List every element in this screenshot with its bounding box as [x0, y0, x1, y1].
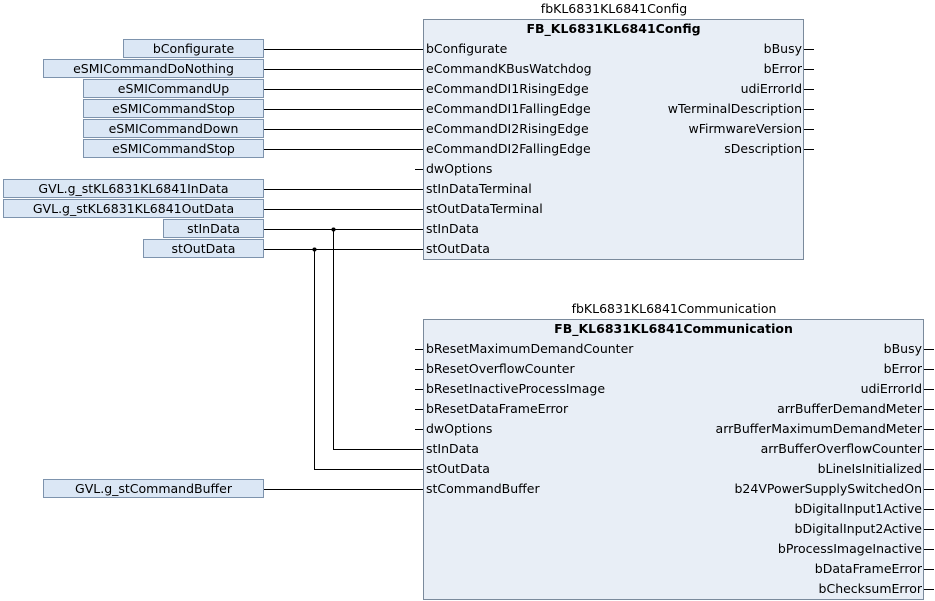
- fb2-output-pin[interactable]: bDigitalInput1Active: [600, 499, 922, 519]
- fb1-input-pin[interactable]: dwOptions: [426, 159, 592, 179]
- fb2-output-pin[interactable]: bError: [600, 359, 922, 379]
- fb2-output-pin[interactable]: udiErrorId: [600, 379, 922, 399]
- fb1-outputs: bBusy bError udiErrorId wTerminalDescriptio…: [560, 39, 802, 159]
- fb1-output-pin[interactable]: bError: [560, 59, 802, 79]
- fb1-type-name: FB_KL6831KL6841Config: [526, 21, 701, 36]
- input-variable-box[interactable]: GVL.g_stCommandBuffer: [43, 479, 264, 498]
- fb2-instance-name: fbKL6831KL6841Communication: [571, 301, 777, 316]
- fb2-output-pin[interactable]: arrBufferOverflowCounter: [600, 439, 922, 459]
- fb1-output-pin[interactable]: wFirmwareVersion: [560, 119, 802, 139]
- input-variable-box[interactable]: eSMICommandDown: [83, 119, 264, 138]
- junction-dot: [312, 247, 317, 252]
- junction-dot: [331, 227, 336, 232]
- fb2-output-pin[interactable]: bLineIsInitialized: [600, 459, 922, 479]
- fb1-input-pin[interactable]: stInDataTerminal: [426, 179, 592, 199]
- fb2-output-pin[interactable]: bChecksumError: [600, 579, 922, 599]
- input-variable-box[interactable]: eSMICommandStop: [83, 99, 264, 118]
- input-variable-box[interactable]: stInData: [163, 219, 264, 238]
- fb1-instance-name: fbKL6831KL6841Config: [540, 1, 688, 16]
- fb1-input-pin[interactable]: stOutData: [426, 239, 592, 259]
- fb2-output-pin[interactable]: bDataFrameError: [600, 559, 922, 579]
- fb2-type-name: FB_KL6831KL6841Communication: [554, 321, 793, 336]
- input-variable-box[interactable]: bConfigurate: [123, 39, 264, 58]
- fb2-output-pin[interactable]: bDigitalInput2Active: [600, 519, 922, 539]
- input-variable-box[interactable]: stOutData: [143, 239, 264, 258]
- fb1-input-pin[interactable]: stInData: [426, 219, 592, 239]
- fb1-output-pin[interactable]: bBusy: [560, 39, 802, 59]
- fb1-input-pin[interactable]: stOutDataTerminal: [426, 199, 592, 219]
- fb2-output-pin[interactable]: arrBufferMaximumDemandMeter: [600, 419, 922, 439]
- input-variable-box[interactable]: eSMICommandUp: [83, 79, 264, 98]
- input-variable-box[interactable]: GVL.g_stKL6831KL6841OutData: [3, 199, 264, 218]
- fb1-output-pin[interactable]: udiErrorId: [560, 79, 802, 99]
- fb2-outputs: bBusy bError udiErrorId arrBufferDemandMete…: [600, 339, 922, 599]
- fb2-output-pin[interactable]: bBusy: [600, 339, 922, 359]
- fb1-output-pin[interactable]: wTerminalDescription: [560, 99, 802, 119]
- input-variable-box[interactable]: eSMICommandStop: [83, 139, 264, 158]
- fb2-output-pin[interactable]: b24VPowerSupplySwitchedOn: [600, 479, 923, 499]
- input-variable-box[interactable]: GVL.g_stKL6831KL6841InData: [3, 179, 264, 198]
- fb2-output-pin[interactable]: arrBufferDemandMeter: [600, 399, 922, 419]
- input-variable-box[interactable]: eSMICommandDoNothing: [43, 59, 264, 78]
- fb1-output-pin[interactable]: sDescription: [560, 139, 802, 159]
- fb2-output-pin[interactable]: bProcessImageInactive: [600, 539, 922, 559]
